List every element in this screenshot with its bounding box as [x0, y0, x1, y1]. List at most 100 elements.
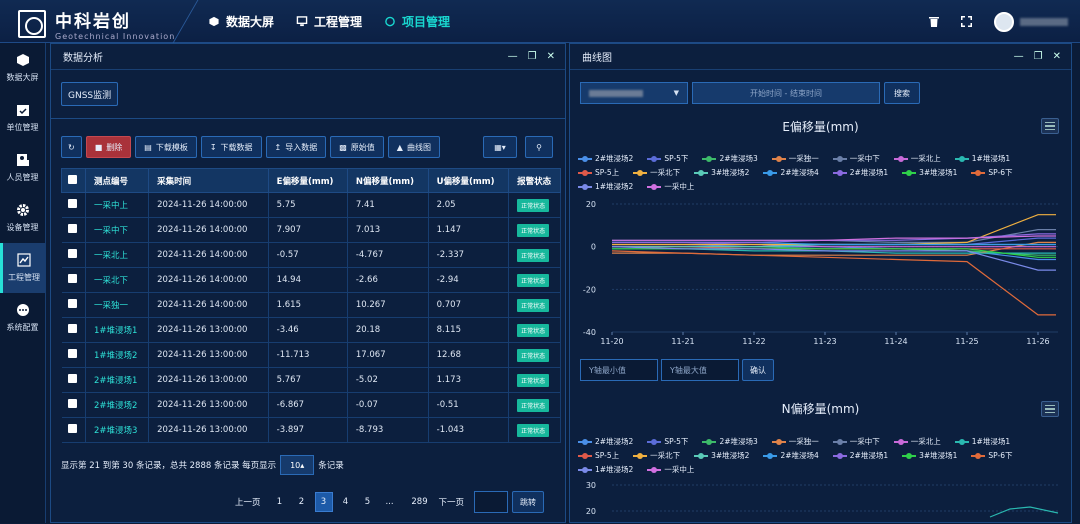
sidebar-item-dashboard[interactable]: 数据大屏	[0, 43, 45, 93]
maximize-icon[interactable]: ❐	[1034, 51, 1043, 62]
import-data-button[interactable]: ↥ 导入数据	[265, 136, 327, 158]
tab-gnss[interactable]: GNSS监测	[61, 82, 119, 106]
table-row[interactable]: 一采中上 2024-11-26 14:00:00 5.75 7.41 2.05 正常状态	[61, 192, 561, 218]
confirm-button[interactable]: 确认	[742, 359, 774, 381]
date-range-input[interactable]: 开始时间 - 结束时间	[692, 82, 880, 104]
nav-item-project[interactable]: 项目管理	[384, 13, 450, 30]
table-row[interactable]: 一采中下 2024-11-26 14:00:00 7.907 7.013 1.147 正常…	[61, 217, 561, 243]
legend-item[interactable]: 2#堆浸场1	[832, 167, 888, 178]
legend-item[interactable]: 一采独一	[771, 436, 819, 447]
fullscreen-icon[interactable]	[961, 16, 972, 27]
search-button[interactable]: ⚲	[525, 136, 553, 158]
search-button[interactable]: 搜索	[884, 82, 920, 104]
row-checkbox[interactable]	[61, 267, 86, 293]
close-icon[interactable]: ✕	[1053, 51, 1061, 62]
legend-item[interactable]: 2#堆浸场1	[832, 450, 888, 461]
y-min-input[interactable]: Y轴最小值	[580, 359, 658, 381]
table-row[interactable]: 1#堆浸场2 2024-11-26 13:00:00 -11.713 17.067 12…	[61, 342, 561, 368]
column-header[interactable]: U偏移量(mm)	[427, 168, 510, 193]
legend-item[interactable]: 一采中上	[647, 181, 694, 192]
column-header[interactable]: N偏移量(mm)	[346, 168, 429, 193]
select-all-checkbox[interactable]	[61, 168, 86, 193]
nav-item-engineering[interactable]: 工程管理	[296, 13, 362, 30]
page-number[interactable]: 2	[293, 492, 311, 512]
page-number[interactable]: 1	[271, 492, 289, 512]
legend-item[interactable]: SP-6下	[971, 167, 1013, 178]
sidebar-item-engineering[interactable]: 工程管理	[0, 243, 45, 293]
row-checkbox[interactable]	[61, 317, 86, 343]
table-row[interactable]: 2#堆浸场1 2024-11-26 13:00:00 5.767 -5.02 1.173…	[61, 367, 561, 393]
column-header[interactable]: 测点编号	[84, 168, 150, 193]
y-max-input[interactable]: Y轴最大值	[661, 359, 739, 381]
column-header[interactable]: E偏移量(mm)	[267, 168, 348, 193]
refresh-button[interactable]: ↻	[61, 136, 82, 158]
sidebar-item-units[interactable]: 单位管理	[0, 93, 45, 143]
chart-menu-button[interactable]	[1041, 401, 1059, 417]
legend-item[interactable]: 2#堆浸场4	[763, 450, 819, 461]
legend-item[interactable]: 一采中上	[647, 464, 694, 475]
legend-item[interactable]: 一采中下	[832, 153, 880, 164]
page-number[interactable]: 4	[337, 492, 355, 512]
table-row[interactable]: 2#堆浸场3 2024-11-26 13:00:00 -3.897 -8.793 -1.…	[61, 417, 561, 443]
delete-button[interactable]: ■ 删除	[85, 136, 132, 158]
legend-item[interactable]: 一采中下	[832, 436, 880, 447]
legend-item[interactable]: 1#堆浸场2	[578, 181, 633, 192]
next-page-button[interactable]: 下一页	[433, 492, 471, 512]
table-row[interactable]: 一采独一 2024-11-26 14:00:00 1.615 10.267 0.707 正…	[61, 292, 561, 318]
legend-item[interactable]: 3#堆浸场1	[902, 167, 957, 178]
legend-item[interactable]: 一采独一	[771, 153, 819, 164]
page-number[interactable]: 289	[411, 492, 429, 512]
maximize-icon[interactable]: ❐	[528, 51, 537, 62]
download-data-button[interactable]: ↧ 下载数据	[200, 136, 262, 158]
legend-item[interactable]: 3#堆浸场1	[902, 450, 957, 461]
prev-page-button[interactable]: 上一页	[229, 492, 267, 512]
legend-item[interactable]: 1#堆浸场2	[578, 464, 633, 475]
page-jump-input[interactable]	[474, 491, 509, 513]
legend-item[interactable]: SP-5下	[647, 153, 688, 164]
sidebar-item-devices[interactable]: 设备管理	[0, 193, 45, 243]
jump-button[interactable]: 跳转	[512, 491, 545, 513]
download-template-button[interactable]: ▤ 下载模板	[135, 136, 197, 158]
legend-item[interactable]: SP-5下	[647, 436, 688, 447]
row-checkbox[interactable]	[61, 192, 86, 218]
table-row[interactable]: 2#堆浸场2 2024-11-26 13:00:00 -6.867 -0.07 -0.5…	[61, 392, 561, 418]
legend-item[interactable]: 1#堆浸场1	[954, 153, 1010, 164]
table-row[interactable]: 一采北上 2024-11-26 14:00:00 -0.57 -4.767 -2.337…	[61, 242, 561, 268]
column-header[interactable]: 报警状态	[508, 168, 561, 193]
point-select[interactable]: ▼	[580, 82, 688, 104]
page-number[interactable]: 3	[314, 492, 333, 512]
legend-item[interactable]: 2#堆浸场3	[702, 436, 758, 447]
sidebar-item-personnel[interactable]: 人员管理	[0, 143, 45, 193]
row-checkbox[interactable]	[61, 292, 86, 318]
table-row[interactable]: 一采北下 2024-11-26 14:00:00 14.94 -2.66 -2.94 正常…	[61, 267, 561, 293]
close-icon[interactable]: ✕	[547, 51, 555, 62]
legend-item[interactable]: SP-5上	[578, 450, 619, 461]
legend-item[interactable]: 2#堆浸场3	[702, 153, 758, 164]
legend-item[interactable]: SP-5上	[578, 167, 619, 178]
curve-chart-button[interactable]: ▲ 曲线图	[387, 136, 440, 158]
sidebar-item-system[interactable]: 系统配置	[0, 293, 45, 343]
table-row[interactable]: 1#堆浸场1 2024-11-26 13:00:00 -3.46 20.18 8.115…	[61, 317, 561, 343]
row-checkbox[interactable]	[61, 392, 86, 418]
user-menu[interactable]	[994, 11, 1068, 32]
legend-item[interactable]: 2#堆浸场2	[578, 436, 633, 447]
legend-item[interactable]: 2#堆浸场2	[578, 153, 633, 164]
legend-item[interactable]: 一采北下	[633, 450, 680, 461]
legend-item[interactable]: 一采北下	[633, 167, 680, 178]
chart-menu-button[interactable]	[1041, 118, 1059, 134]
column-header[interactable]: 采集时间	[148, 168, 269, 193]
trash-icon[interactable]	[929, 16, 939, 27]
minimize-icon[interactable]: —	[1014, 51, 1024, 62]
page-size-select[interactable]: 10 ▴	[280, 455, 315, 475]
legend-item[interactable]: 1#堆浸场1	[954, 436, 1010, 447]
columns-button[interactable]: ▦▾	[483, 136, 517, 158]
legend-item[interactable]: 2#堆浸场4	[763, 167, 819, 178]
page-number[interactable]: 5	[359, 492, 377, 512]
legend-item[interactable]: SP-6下	[971, 450, 1013, 461]
legend-item[interactable]: 3#堆浸场2	[694, 450, 749, 461]
nav-item-dashboard[interactable]: 数据大屏	[208, 13, 274, 30]
row-checkbox[interactable]	[61, 417, 86, 443]
legend-item[interactable]: 一采北上	[893, 153, 941, 164]
row-checkbox[interactable]	[61, 342, 86, 368]
minimize-icon[interactable]: —	[508, 51, 518, 62]
